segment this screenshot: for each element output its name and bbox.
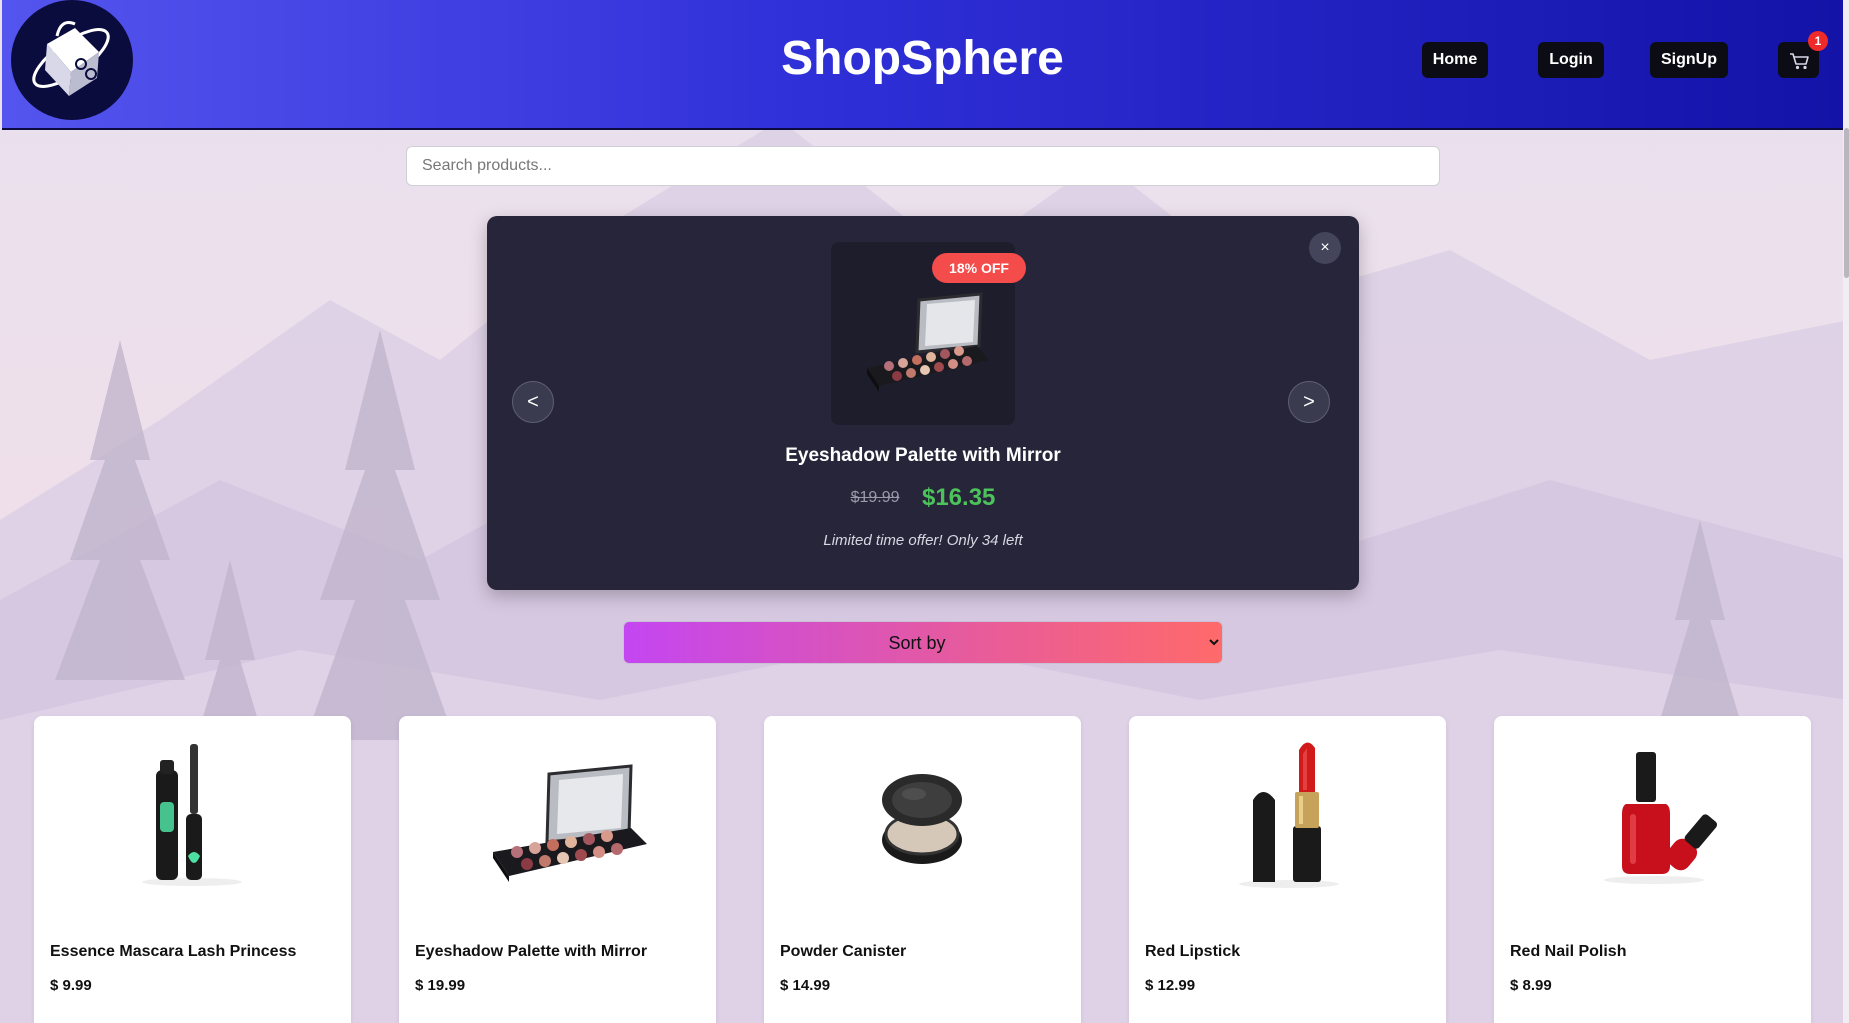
product-name: Red Lipstick [1145, 943, 1241, 960]
product-price: $ 12.99 [1145, 977, 1196, 994]
powder-icon [882, 774, 962, 864]
close-button[interactable]: × [1309, 232, 1341, 264]
sort-select[interactable]: Sort by [623, 621, 1223, 664]
product-image [34, 730, 351, 890]
promo-offer-note: Limited time offer! Only 34 left [823, 532, 1023, 549]
product-image [1129, 730, 1446, 890]
site-header: ShopSphere Home Login SignUp 1 [2, 0, 1843, 130]
next-slide-button[interactable]: > [1288, 381, 1330, 423]
search-input[interactable] [406, 146, 1440, 186]
signup-button[interactable]: SignUp [1650, 42, 1728, 78]
previous-slide-button[interactable]: < [512, 381, 554, 423]
cart-count-badge: 1 [1808, 31, 1828, 51]
promo-price-row: $19.99 $16.35 [487, 484, 1359, 512]
product-price: $ 9.99 [50, 977, 92, 994]
product-name: Eyeshadow Palette with Mirror [415, 943, 648, 960]
original-price: $19.99 [850, 489, 900, 506]
product-card[interactable]: Red Nail Polish $ 8.99 [1494, 716, 1811, 1023]
product-image [1494, 730, 1811, 890]
product-image [764, 730, 1081, 890]
login-button[interactable]: Login [1538, 42, 1604, 78]
discounted-price: $16.35 [921, 484, 996, 511]
page-scrollbar-thumb[interactable] [1844, 128, 1849, 278]
discount-badge: 18% OFF [932, 253, 1026, 283]
product-name: Powder Canister [780, 943, 907, 960]
promo-carousel: × < > 18% OFF Eyeshadow Palette with Mir… [487, 216, 1359, 590]
mascara-icon [142, 744, 242, 886]
promo-product-name: Eyeshadow Palette with Mirror [785, 445, 1061, 466]
product-name: Red Nail Polish [1510, 943, 1627, 960]
nail-polish-icon [1604, 752, 1718, 884]
product-image [399, 730, 716, 890]
product-card[interactable]: Essence Mascara Lash Princess $ 9.99 [34, 716, 351, 1023]
lipstick-icon [1239, 742, 1339, 888]
product-card[interactable]: Eyeshadow Palette with Mirror $ 19.99 [399, 716, 716, 1023]
palette-icon [493, 764, 647, 882]
product-card[interactable]: Red Lipstick $ 12.99 [1129, 716, 1446, 1023]
product-card[interactable]: Powder Canister $ 14.99 [764, 716, 1081, 1023]
product-price: $ 14.99 [780, 977, 831, 994]
product-price: $ 8.99 [1510, 977, 1552, 994]
product-price: $ 19.99 [415, 977, 466, 994]
home-button[interactable]: Home [1422, 42, 1488, 78]
product-name: Essence Mascara Lash Princess [50, 943, 297, 960]
